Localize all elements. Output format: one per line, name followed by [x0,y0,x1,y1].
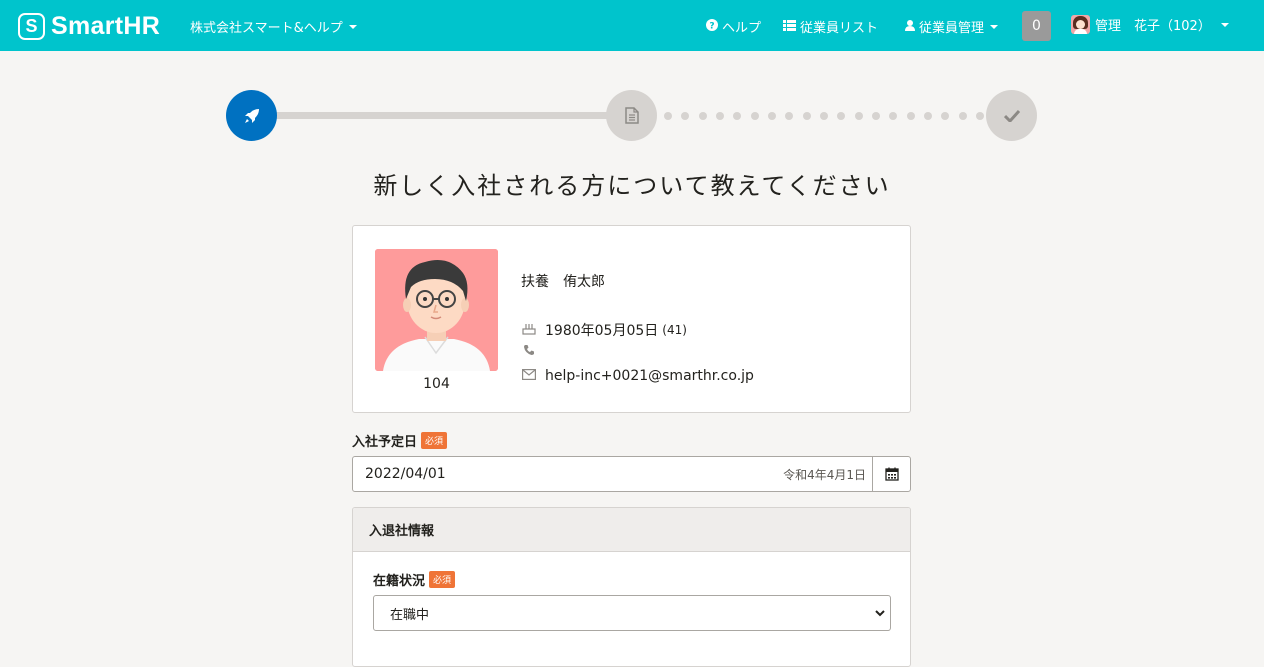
nav-employee-list-link[interactable]: 従業員リスト [783,17,878,36]
phone-row [521,344,545,360]
step-progress-dots [664,112,984,120]
join-date-value[interactable]: 2022/04/01 [365,466,783,482]
company-switcher[interactable]: 株式会社スマート&ヘルプ [190,17,357,36]
step-3-check [986,90,1037,141]
list-icon [783,19,796,34]
caret-down-icon [1220,22,1229,27]
calendar-button[interactable] [872,457,910,491]
employment-status-select[interactable]: 在職中 [373,595,891,631]
nav-help-link[interactable]: ? ヘルプ [706,17,761,36]
check-icon [1003,109,1020,122]
phone-icon [521,344,537,360]
employee-number: 104 [423,376,450,392]
required-badge: 必須 [429,571,456,588]
nav-employee-list-label: 従業員リスト [800,21,879,36]
step-progress-line [276,112,608,119]
envelope-icon [521,368,537,384]
employee-email: help-inc+0021@smarthr.co.jp [545,368,754,384]
employment-status-label-text: 在籍状況 [373,574,426,589]
rocket-icon [244,108,259,123]
top-navbar: S SmartHR 株式会社スマート&ヘルプ ? ヘルプ 従業員リスト 従業員管… [0,0,1264,51]
email-row: help-inc+0021@smarthr.co.jp [521,368,754,384]
notification-count-button[interactable]: 0 [1022,11,1051,41]
nav-employee-manage-label: 従業員管理 [919,21,985,36]
employee-avatar [375,249,498,371]
employee-age: (41) [662,323,687,337]
required-badge: 必須 [421,432,448,449]
join-date-wareki: 令和4年4月1日 [783,467,866,482]
question-circle-icon: ? [706,19,718,34]
svg-text:?: ? [709,22,714,32]
employment-status-label: 在籍状況 必須 [373,570,456,589]
birthday-cake-icon [521,321,537,339]
user-icon [905,19,915,34]
user-name: 管理 花子（102） [1095,19,1211,34]
calendar-icon [884,467,899,481]
employee-name: 扶養 侑太郎 [521,274,605,290]
employee-profile-card: 104 扶養 侑太郎 1980年05月05日 (41) help-inc+002… [352,225,911,413]
caret-down-icon [348,24,357,29]
logo-mark-icon: S [18,12,45,40]
employee-birthday: 1980年05月05日 [545,323,659,339]
nav-help-label: ヘルプ [722,21,762,36]
join-date-label-text: 入社予定日 [352,435,418,450]
user-menu[interactable]: 管理 花子（102） [1071,15,1229,34]
join-date-label: 入社予定日 必須 [352,431,448,450]
nav-employee-manage-dropdown[interactable]: 従業員管理 [905,17,999,36]
chevron-down-icon [874,607,886,623]
caret-down-icon [990,24,999,29]
smarthr-logo[interactable]: S SmartHR [18,12,160,40]
employment-info-panel: 入退社情報 在籍状況 必須 在職中 [352,507,911,667]
document-icon [624,107,639,124]
step-2-document [606,90,657,141]
step-1-rocket [226,90,277,141]
employment-status-value: 在職中 [390,607,430,623]
page-title: 新しく入社される方について教えてください [373,172,891,200]
employment-info-title: 入退社情報 [353,508,910,552]
company-name: 株式会社スマート&ヘルプ [190,21,343,36]
birthday-row: 1980年05月05日 (41) [521,320,687,340]
user-avatar [1071,15,1090,34]
logo-text: SmartHR [51,11,161,40]
join-date-input[interactable]: 2022/04/01 令和4年4月1日 [352,456,911,492]
